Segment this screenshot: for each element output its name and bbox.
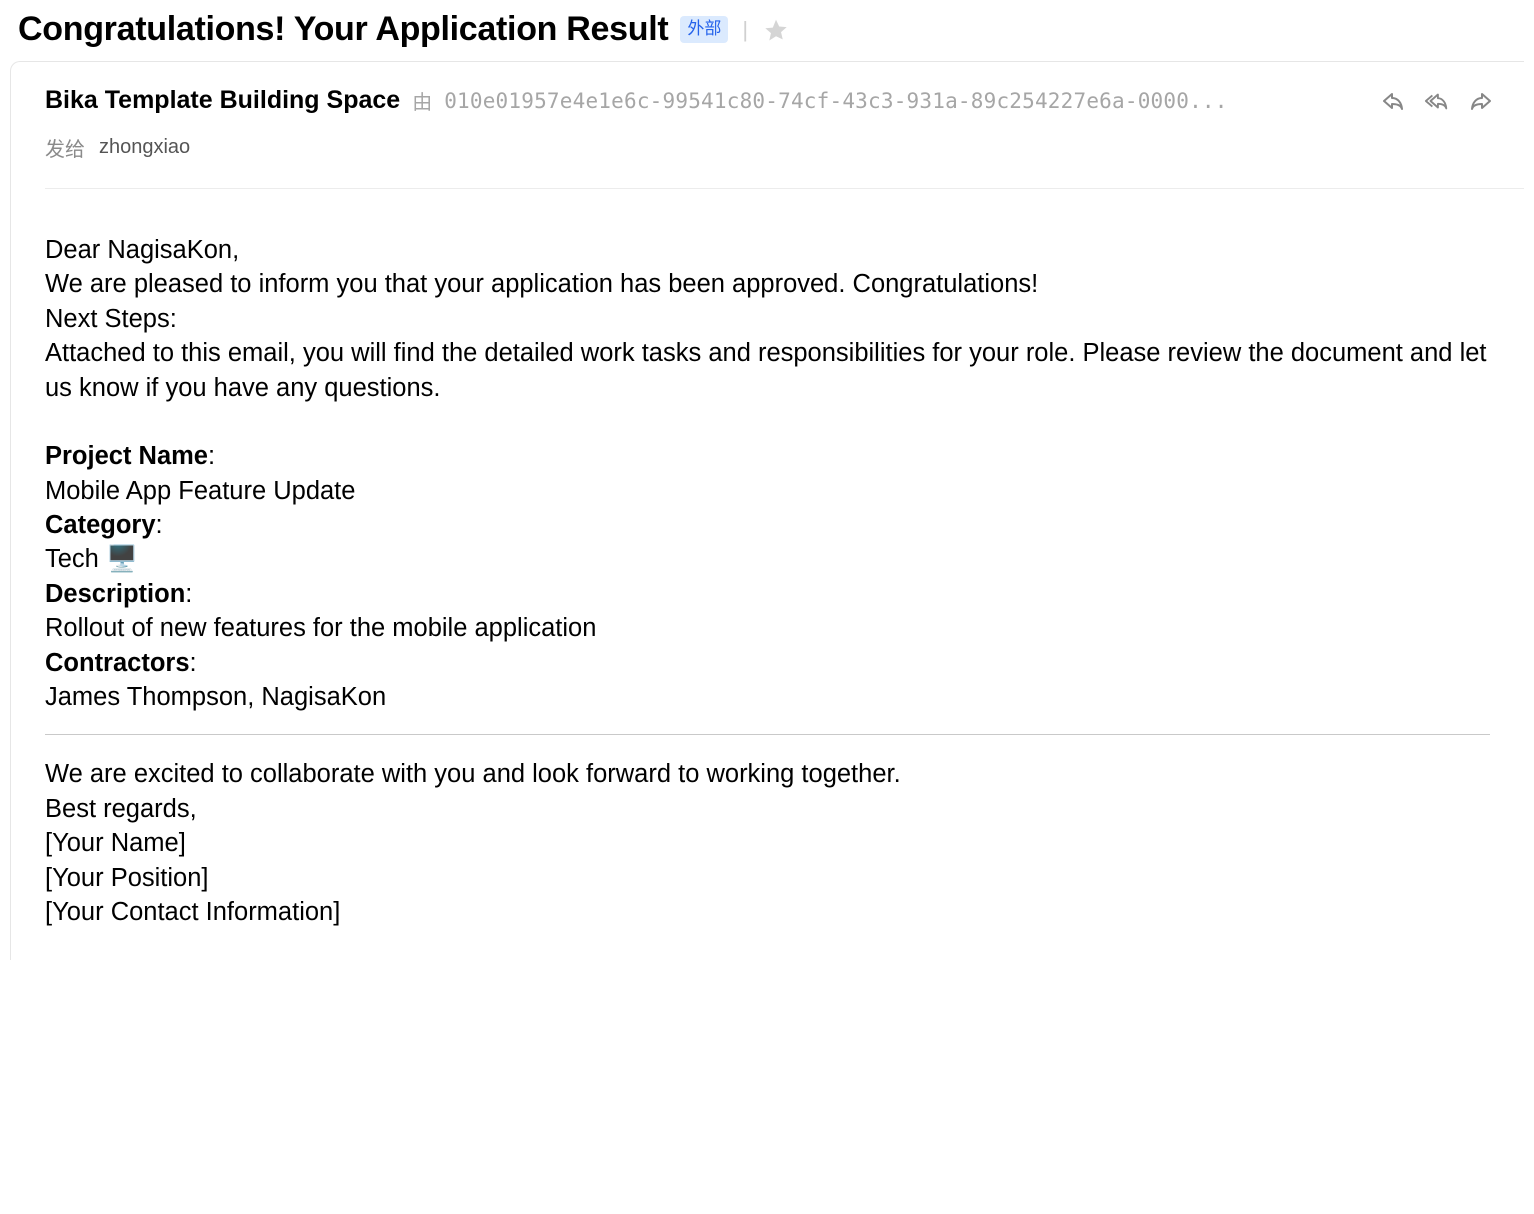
reply-all-button[interactable] — [1424, 89, 1450, 113]
intro-line-3: Attached to this email, you will find th… — [45, 336, 1490, 405]
separator: | — [740, 17, 750, 43]
project-name-value: Mobile App Feature Update — [45, 474, 1490, 508]
email-card: Bika Template Building Space 由 010e01957… — [10, 61, 1524, 960]
forward-button[interactable] — [1468, 89, 1494, 113]
description-label: Description — [45, 580, 185, 608]
contractors-label: Contractors — [45, 649, 190, 677]
reply-button[interactable] — [1380, 89, 1406, 113]
recipient-label: 发给 — [45, 133, 85, 162]
project-name-label: Project Name — [45, 442, 208, 470]
closing-line: We are excited to collaborate with you a… — [45, 757, 1490, 791]
sig-position: [Your Position] — [45, 861, 1490, 895]
signoff: Best regards, — [45, 792, 1490, 826]
star-icon[interactable] — [762, 16, 790, 44]
email-header-bar: Congratulations! Your Application Result… — [0, 0, 1534, 61]
category-label: Category — [45, 511, 156, 539]
signature-block: Best regards, [Your Name] [Your Position… — [45, 792, 1490, 930]
greeting: Dear NagisaKon, — [45, 233, 1490, 267]
external-tag: 外部 — [680, 16, 728, 42]
recipient-name: zhongxiao — [99, 136, 190, 159]
intro-line-2: Next Steps: — [45, 302, 1490, 336]
via-id: 010e01957e4e1e6c-99541c80-74cf-43c3-931a… — [444, 89, 1368, 113]
details-block: Project Name: Mobile App Feature Update … — [45, 439, 1490, 714]
sig-name: [Your Name] — [45, 826, 1490, 860]
intro-line-1: We are pleased to inform you that your a… — [45, 267, 1490, 301]
body-divider — [45, 734, 1490, 735]
email-subject: Congratulations! Your Application Result — [18, 10, 668, 49]
intro-block: We are pleased to inform you that your a… — [45, 267, 1490, 405]
contractors-value: James Thompson, NagisaKon — [45, 680, 1490, 714]
message-actions — [1380, 89, 1494, 113]
category-value: Tech 🖥️ — [45, 542, 1490, 576]
sender-row: Bika Template Building Space 由 010e01957… — [45, 86, 1524, 115]
email-body: Dear NagisaKon, We are pleased to inform… — [45, 189, 1524, 930]
description-value: Rollout of new features for the mobile a… — [45, 611, 1490, 645]
via-label: 由 — [412, 86, 432, 115]
recipient-row: 发给 zhongxiao — [45, 133, 1524, 162]
sig-contact: [Your Contact Information] — [45, 895, 1490, 929]
sender-name: Bika Template Building Space — [45, 86, 400, 115]
